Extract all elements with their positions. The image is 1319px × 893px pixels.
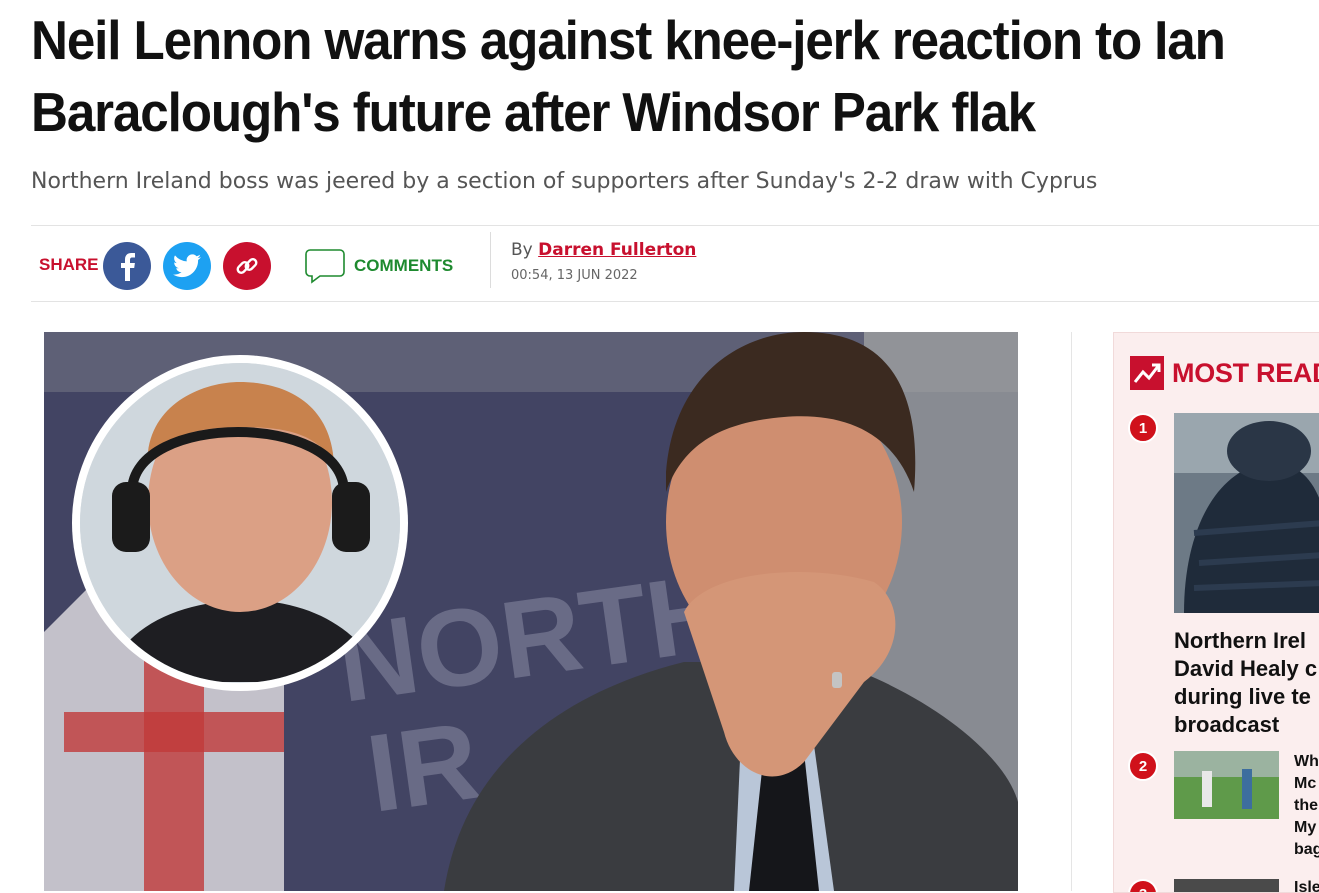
svg-text:IR: IR — [360, 699, 486, 836]
story-thumbnail[interactable] — [1174, 751, 1279, 819]
bottom-divider — [31, 301, 1319, 302]
story-title[interactable]: Northern Irel David Healy c during live … — [1174, 627, 1319, 739]
trending-icon — [1130, 356, 1164, 390]
hero-image: NORTH IR — [44, 332, 1018, 891]
byline-prefix: By — [511, 240, 533, 260]
comment-bubble-icon — [305, 249, 345, 284]
story-title[interactable]: Wh Mc the My bag — [1294, 751, 1319, 861]
top-divider — [31, 225, 1319, 226]
copy-link-button[interactable] — [223, 242, 271, 290]
twitter-icon — [173, 254, 201, 278]
rank-badge: 2 — [1128, 751, 1158, 781]
facebook-share-button[interactable] — [103, 242, 151, 290]
byline-divider — [490, 232, 491, 288]
column-divider — [1071, 332, 1072, 891]
most-read-title: MOST READ — [1172, 357, 1319, 388]
article-standfirst: Northern Ireland boss was jeered by a se… — [31, 169, 1098, 194]
headline-line-1: Neil Lennon warns against knee-jerk reac… — [31, 9, 1226, 71]
share-label: SHARE — [39, 255, 99, 274]
most-read-panel: MOST READ 1 Northern Irel David Healy c … — [1113, 332, 1319, 893]
publish-timestamp: 00:54, 13 JUN 2022 — [511, 268, 638, 283]
twitter-share-button[interactable] — [163, 242, 211, 290]
headline-line-2: Baraclough's future after Windsor Park f… — [31, 81, 1036, 143]
rank-badge: 1 — [1128, 413, 1158, 443]
article-headline: Neil Lennon warns against knee-jerk reac… — [31, 4, 1240, 148]
author-link[interactable]: Darren Fullerton — [538, 240, 696, 260]
link-icon — [236, 258, 258, 274]
story-thumbnail[interactable] — [1174, 413, 1319, 613]
facebook-icon — [121, 253, 135, 281]
comments-label: COMMENTS — [354, 256, 454, 275]
most-read-header: MOST READ — [1130, 356, 1319, 390]
comments-button[interactable]: COMMENTS — [304, 248, 453, 284]
byline: By Darren Fullerton — [511, 240, 696, 260]
